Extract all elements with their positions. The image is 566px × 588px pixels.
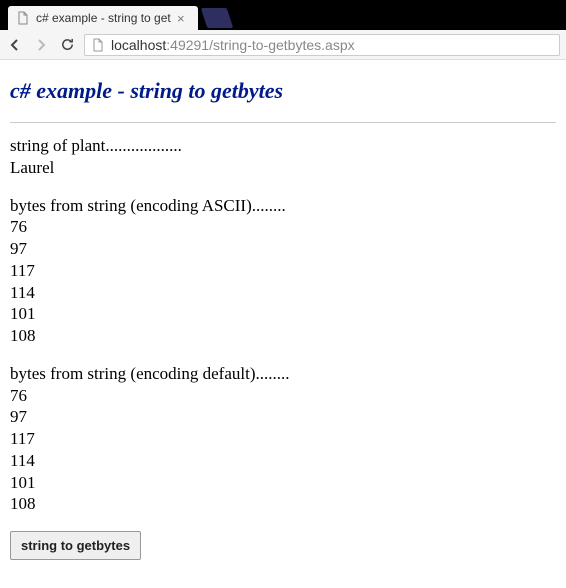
browser-toolbar: localhost:49291/string-to-getbytes.aspx (0, 30, 566, 60)
ascii-byte: 108 (10, 326, 36, 345)
tab-title: c# example - string to getb (36, 11, 171, 25)
site-icon (91, 38, 105, 52)
default-byte: 101 (10, 473, 36, 492)
default-byte: 76 (10, 386, 27, 405)
divider (10, 122, 556, 123)
default-block: bytes from string (encoding default)....… (10, 363, 556, 515)
ascii-byte: 117 (10, 261, 35, 280)
ascii-byte: 114 (10, 283, 35, 302)
new-tab-button[interactable] (201, 8, 233, 28)
default-byte: 114 (10, 451, 35, 470)
ascii-byte: 101 (10, 304, 36, 323)
default-byte: 97 (10, 407, 27, 426)
tab-close-icon[interactable]: × (177, 11, 185, 26)
ascii-byte: 76 (10, 217, 27, 236)
ascii-byte: 97 (10, 239, 27, 258)
reload-button[interactable] (58, 36, 76, 54)
string-to-getbytes-button[interactable]: string to getbytes (10, 531, 141, 560)
ascii-label: bytes from string (encoding ASCII)......… (10, 196, 286, 215)
address-path: /string-to-getbytes.aspx (209, 37, 355, 53)
page-content: c# example - string to getbytes string o… (0, 60, 566, 570)
address-port: :49291 (166, 37, 209, 53)
default-byte: 108 (10, 494, 36, 513)
browser-tab[interactable]: c# example - string to getb × (8, 6, 198, 30)
browser-tabstrip: c# example - string to getb × (0, 0, 566, 30)
back-button[interactable] (6, 36, 24, 54)
default-byte: 117 (10, 429, 35, 448)
plant-block: string of plant.................. Laurel (10, 135, 556, 179)
address-bar[interactable]: localhost:49291/string-to-getbytes.aspx (84, 34, 560, 56)
forward-button[interactable] (32, 36, 50, 54)
ascii-block: bytes from string (encoding ASCII)......… (10, 195, 556, 347)
page-icon (16, 11, 30, 25)
default-label: bytes from string (encoding default)....… (10, 364, 290, 383)
page-title: c# example - string to getbytes (10, 78, 556, 104)
plant-value: Laurel (10, 158, 54, 177)
plant-label: string of plant.................. (10, 136, 182, 155)
address-host: localhost (111, 37, 166, 53)
